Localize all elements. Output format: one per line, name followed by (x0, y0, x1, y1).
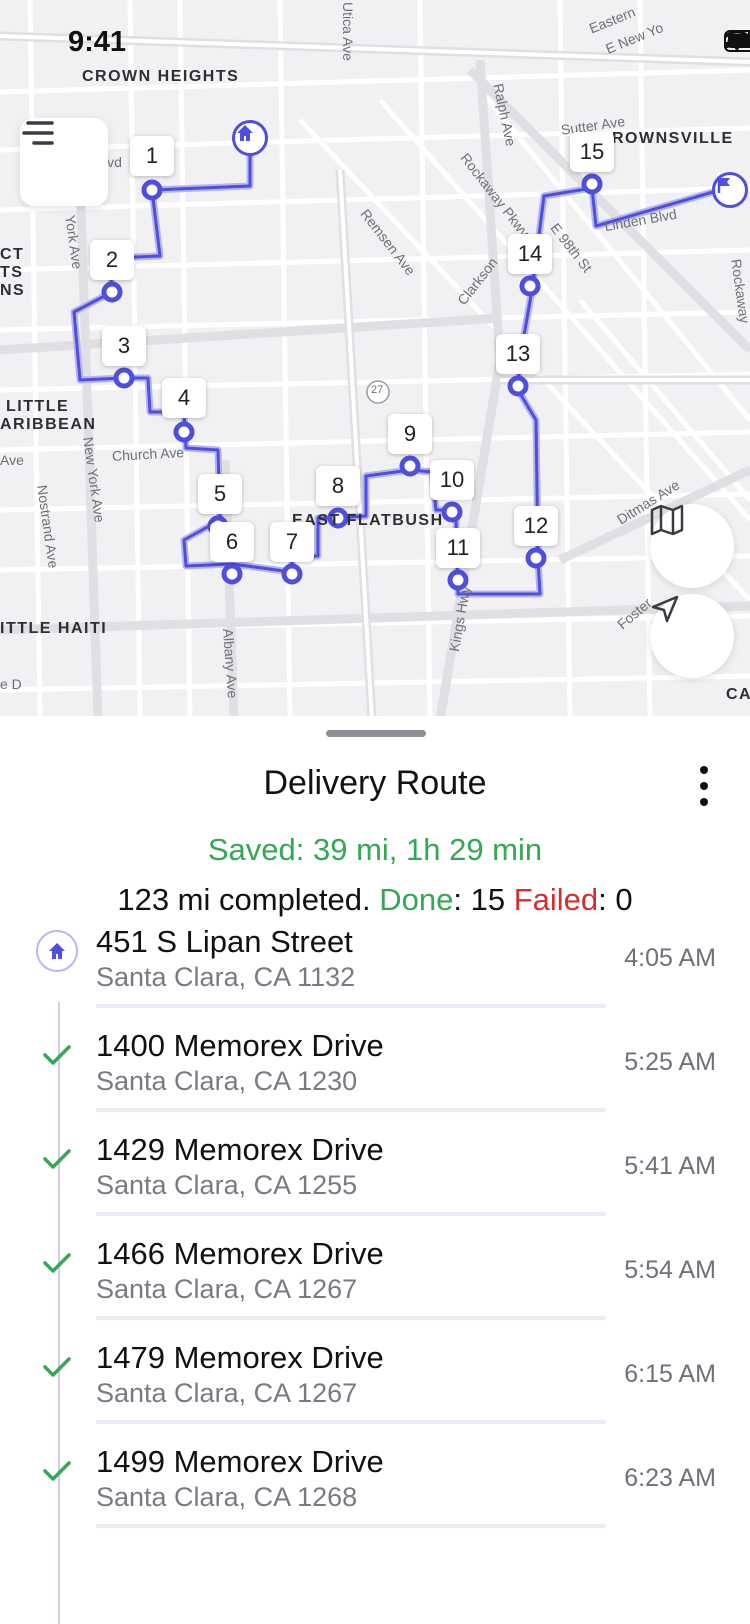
stop-address: 451 S Lipan Street (96, 924, 353, 959)
map-stop-badge[interactable]: 13 (496, 334, 540, 374)
map-layers-button[interactable] (650, 504, 734, 588)
check-icon (36, 1450, 78, 1492)
map-stop-badge[interactable]: 1 (130, 136, 174, 176)
more-dot-icon (700, 766, 708, 774)
map-street-label: Ave (0, 452, 24, 468)
map-area-label: ITTLE HAITI (0, 620, 108, 637)
stop-divider (96, 1212, 606, 1216)
stop-time: 4:05 AM (624, 944, 716, 972)
menu-button[interactable] (20, 118, 108, 206)
completion-summary: 123 mi completed. Done: 15 Failed: 0 (0, 882, 750, 918)
stop-list-item[interactable]: 1466 Memorex Drive Santa Clara, CA 1267 … (0, 1236, 750, 1336)
stop-divider (96, 1524, 606, 1528)
stop-city: Santa Clara, CA 1230 (96, 1066, 358, 1096)
status-time: 9:41 (68, 26, 127, 58)
stop-city: Santa Clara, CA 1132 (96, 962, 356, 992)
check-icon (36, 1242, 78, 1284)
stop-divider (96, 1108, 606, 1112)
map-stop-badge[interactable]: 15 (570, 132, 614, 172)
home-icon (36, 930, 78, 972)
stop-time: 5:25 AM (624, 1048, 716, 1076)
stop-divider (96, 1420, 606, 1424)
map-icon (650, 504, 684, 536)
saved-summary: Saved: 39 mi, 1h 29 min (207, 832, 543, 867)
stop-address: 1466 Memorex Drive (96, 1236, 384, 1271)
flag-icon (712, 172, 748, 208)
map-area-label: ROWNSVILLE (612, 130, 734, 147)
failed-count: : 0 (598, 882, 633, 917)
map-stop-badge[interactable]: 9 (388, 414, 432, 454)
map-area-label: EAST FLATBUSH (292, 512, 444, 529)
map-stop-badge[interactable]: 7 (270, 522, 314, 562)
map-area-label: CT (0, 246, 25, 263)
check-icon (36, 1034, 78, 1076)
more-options-button[interactable] (692, 766, 716, 806)
failed-label: Failed (513, 882, 599, 917)
stop-city: Santa Clara, CA 1255 (96, 1170, 358, 1200)
stop-address: 1479 Memorex Drive (96, 1340, 384, 1375)
map-street-label: Utica Ave (340, 2, 356, 61)
stop-list-item[interactable]: 1499 Memorex Drive Santa Clara, CA 1268 … (0, 1444, 750, 1544)
map-area-label: CROWN HEIGHTS (82, 68, 240, 85)
stop-list-item[interactable]: 451 S Lipan Street Santa Clara, CA 1132 … (0, 924, 750, 1024)
map-area-label: CA (726, 686, 750, 703)
done-label: Done (379, 882, 454, 917)
stop-divider (96, 1316, 606, 1320)
stop-address: 1429 Memorex Drive (96, 1132, 384, 1167)
map-stop-badge[interactable]: 10 (430, 460, 474, 500)
sheet-title: Delivery Route (263, 764, 487, 802)
check-icon (36, 1138, 78, 1180)
sheet-grabber[interactable] (326, 730, 426, 737)
map-stop-badge[interactable]: 3 (102, 326, 146, 366)
map-stop-badge[interactable]: 4 (162, 378, 206, 418)
done-count: : 15 (453, 882, 506, 917)
stop-time: 5:41 AM (624, 1152, 716, 1180)
highway-shield-label: 27 (371, 384, 384, 396)
map-stop-badge[interactable]: 11 (436, 528, 480, 568)
stop-list-item[interactable]: 1479 Memorex Drive Santa Clara, CA 1267 … (0, 1340, 750, 1440)
map-street-label: e D (0, 676, 22, 692)
more-dot-icon (700, 798, 708, 806)
map-area-label: ARIBBEAN (0, 416, 97, 433)
completed-distance: 123 mi completed. (117, 882, 371, 917)
stop-address: 1499 Memorex Drive (96, 1444, 384, 1479)
map-stop-badge[interactable]: 14 (508, 234, 552, 274)
stop-time: 6:23 AM (624, 1464, 716, 1492)
menu-icon (22, 121, 54, 145)
route-sheet: Delivery Route Saved: 39 mi, 1h 29 min 1… (0, 716, 750, 1624)
map-area-label: TS (0, 264, 24, 281)
more-dot-icon (700, 782, 708, 790)
map-area-label: NS (0, 282, 26, 299)
stop-time: 6:15 AM (624, 1360, 716, 1388)
stop-list-item[interactable]: 1400 Memorex Drive Santa Clara, CA 1230 … (0, 1028, 750, 1128)
stop-list-item[interactable]: 1429 Memorex Drive Santa Clara, CA 1255 … (0, 1132, 750, 1232)
navigation-arrow-icon (651, 595, 679, 623)
stop-divider (96, 1004, 606, 1008)
stop-city: Santa Clara, CA 1267 (96, 1274, 358, 1304)
map-stop-badge[interactable]: 6 (210, 522, 254, 562)
map-stop-badge[interactable]: 2 (90, 240, 134, 280)
map-stop-badge[interactable]: 8 (316, 466, 360, 506)
map-stop-badge[interactable]: 5 (198, 474, 242, 514)
route-map[interactable]: CROWN HEIGHTS ROWNSVILLE LITTLE ARIBBEAN… (0, 0, 750, 720)
stop-address: 1400 Memorex Drive (96, 1028, 384, 1063)
home-icon (232, 120, 268, 156)
stop-time: 5:54 AM (624, 1256, 716, 1284)
map-area-label: LITTLE (6, 398, 70, 415)
battery-icon (724, 30, 750, 52)
stop-city: Santa Clara, CA 1267 (96, 1378, 358, 1408)
check-icon (36, 1346, 78, 1388)
map-stop-badge[interactable]: 12 (514, 506, 558, 546)
locate-me-button[interactable] (650, 594, 734, 678)
stop-city: Santa Clara, CA 1268 (96, 1482, 358, 1512)
